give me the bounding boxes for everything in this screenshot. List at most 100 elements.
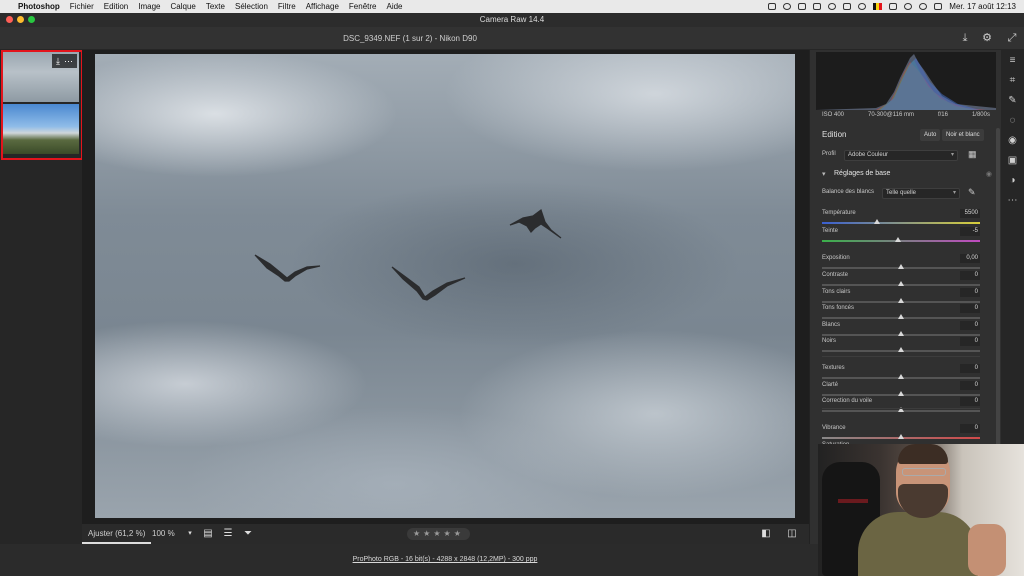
profile-browser-icon[interactable]: ▦ bbox=[968, 149, 977, 160]
close-window-button[interactable] bbox=[6, 16, 13, 23]
photo-preview[interactable] bbox=[95, 54, 795, 518]
zoom-window-button[interactable] bbox=[28, 16, 35, 23]
camera-icon[interactable] bbox=[813, 3, 822, 10]
slider-handle[interactable] bbox=[894, 237, 901, 242]
minimize-window-button[interactable] bbox=[17, 16, 24, 23]
slider-label: Tons clairs bbox=[822, 289, 851, 295]
belgian-flag-icon[interactable] bbox=[873, 3, 883, 10]
menu-calque[interactable]: Calque bbox=[171, 2, 196, 11]
wifi-icon[interactable] bbox=[904, 3, 913, 10]
save-icon[interactable]: ⤓ bbox=[959, 32, 971, 44]
slider-value-field[interactable]: 0 bbox=[960, 397, 980, 406]
slider-value-field[interactable]: 0,00 bbox=[960, 254, 980, 263]
bird-3 bbox=[509, 209, 562, 239]
menu-fenetre[interactable]: Fenêtre bbox=[349, 2, 377, 11]
iso-value: ISO 400 bbox=[822, 112, 845, 118]
slider-value-field[interactable]: 5500 bbox=[960, 209, 980, 218]
sort-icon[interactable]: ☰ bbox=[222, 528, 234, 540]
webcam-overlay bbox=[818, 444, 1024, 576]
fullscreen-icon[interactable]: ⤢ bbox=[1006, 32, 1018, 44]
slider-value-field[interactable]: 0 bbox=[960, 337, 980, 346]
menu-edition[interactable]: Edition bbox=[104, 2, 128, 11]
basic-section-header[interactable]: ▾ Réglages de base ◉ bbox=[822, 170, 992, 182]
wb-select[interactable]: Telle quelle ▾ bbox=[882, 188, 960, 199]
canvas-area bbox=[82, 50, 809, 524]
auto-button[interactable]: Auto bbox=[920, 129, 941, 141]
slider-handle[interactable] bbox=[898, 347, 904, 352]
more-options-icon[interactable]: ⋯ bbox=[64, 56, 73, 67]
chair-stripe bbox=[838, 499, 868, 503]
workflow-options-link[interactable]: ProPhoto RGB - 16 bit(s) - 4288 x 2848 (… bbox=[0, 556, 890, 563]
slider-track[interactable] bbox=[822, 240, 980, 242]
slider-value-field[interactable]: 0 bbox=[960, 321, 980, 330]
slider-track[interactable] bbox=[822, 222, 980, 224]
profile-label: Profil bbox=[822, 151, 836, 157]
menu-image[interactable]: Image bbox=[138, 2, 160, 11]
slider-handle[interactable] bbox=[874, 219, 881, 224]
menu-texte[interactable]: Texte bbox=[206, 2, 225, 11]
slider-handle[interactable] bbox=[898, 264, 904, 269]
visibility-eye-icon[interactable]: ◉ bbox=[986, 170, 992, 178]
download-icon[interactable]: ⤓ bbox=[56, 56, 60, 67]
slider-value-field[interactable]: 0 bbox=[960, 271, 980, 280]
battery-icon[interactable] bbox=[889, 3, 898, 10]
control-center-icon[interactable] bbox=[934, 3, 943, 10]
play-icon[interactable] bbox=[858, 3, 867, 10]
black-white-button[interactable]: Noir et blanc bbox=[942, 129, 984, 141]
slider-label: Contraste bbox=[822, 272, 849, 278]
star-rating[interactable]: ★★★★★ bbox=[407, 528, 470, 540]
search-icon[interactable] bbox=[919, 3, 928, 10]
menu-selection[interactable]: Sélection bbox=[235, 2, 268, 11]
gear-icon[interactable]: ⚙ bbox=[981, 32, 993, 44]
slider-handle[interactable] bbox=[898, 314, 904, 319]
compare-view-icon[interactable]: ◫ bbox=[786, 528, 798, 540]
masking-icon[interactable]: ◌ bbox=[1006, 114, 1019, 127]
slider-value-field[interactable]: 0 bbox=[960, 304, 980, 313]
slider-value-field[interactable]: 0 bbox=[960, 424, 980, 433]
slider-handle[interactable] bbox=[898, 298, 904, 303]
filmstrip-toggle-icon[interactable]: ▤ bbox=[202, 528, 214, 540]
zoom-100-button[interactable]: 100 % bbox=[152, 524, 175, 544]
histogram bbox=[816, 52, 996, 110]
menu-aide[interactable]: Aide bbox=[386, 2, 402, 11]
slider-label: Tons foncés bbox=[822, 305, 855, 311]
screen-icon[interactable] bbox=[798, 3, 807, 10]
slider-value-field[interactable]: 0 bbox=[960, 288, 980, 297]
more-tools-icon[interactable]: ⋯ bbox=[1006, 194, 1019, 207]
display-icon[interactable] bbox=[843, 3, 852, 10]
menu-filtre[interactable]: Filtre bbox=[278, 2, 296, 11]
slider-handle[interactable] bbox=[898, 374, 904, 379]
slider-handle[interactable] bbox=[898, 281, 904, 286]
slider-value-field[interactable]: 0 bbox=[960, 381, 980, 390]
clock-icon[interactable] bbox=[828, 3, 837, 10]
zoom-dropdown-chevron-icon[interactable]: ▾ bbox=[184, 528, 196, 540]
slider-handle[interactable] bbox=[898, 434, 904, 439]
before-after-icon[interactable]: ◧ bbox=[760, 528, 772, 540]
presenter-shirt bbox=[858, 512, 978, 576]
filter-icon[interactable]: ⏷ bbox=[242, 528, 254, 540]
snapshots-icon[interactable]: ▣ bbox=[1006, 154, 1019, 167]
slider-value-field[interactable]: 0 bbox=[960, 364, 980, 373]
presets-icon[interactable]: ◑ bbox=[1006, 174, 1019, 187]
eye-icon[interactable] bbox=[783, 3, 792, 10]
fit-zoom-button[interactable]: Ajuster (61,2 %) bbox=[82, 524, 152, 544]
chevron-down-icon: ▾ bbox=[822, 171, 826, 178]
menu-fichier[interactable]: Fichier bbox=[70, 2, 94, 11]
thumbnail-landscape[interactable] bbox=[3, 104, 79, 154]
menu-photoshop[interactable]: Photoshop bbox=[18, 2, 60, 11]
slider-handle[interactable] bbox=[898, 331, 904, 336]
dropbox-icon[interactable] bbox=[768, 3, 777, 10]
slider-row: Blancs 0 bbox=[822, 321, 980, 338]
profile-select[interactable]: Adobe Couleur ▾ bbox=[844, 150, 958, 161]
slider-label: Exposition bbox=[822, 255, 850, 261]
red-eye-icon[interactable]: ◉ bbox=[1006, 134, 1019, 147]
slider-handle[interactable] bbox=[898, 391, 904, 396]
edit-sliders-icon[interactable]: ≡ bbox=[1006, 54, 1019, 67]
healing-brush-icon[interactable]: ✎ bbox=[1006, 94, 1019, 107]
slider-value-field[interactable]: -5 bbox=[960, 227, 980, 236]
eyedropper-icon[interactable]: ✎ bbox=[968, 187, 976, 198]
thumbnail-dsc-9349[interactable]: ⤓ ⋯ bbox=[3, 52, 79, 102]
menu-affichage[interactable]: Affichage bbox=[306, 2, 339, 11]
crop-icon[interactable]: ⌗ bbox=[1006, 74, 1019, 87]
menubar-clock[interactable]: Mer. 17 août 12:13 bbox=[949, 2, 1016, 11]
